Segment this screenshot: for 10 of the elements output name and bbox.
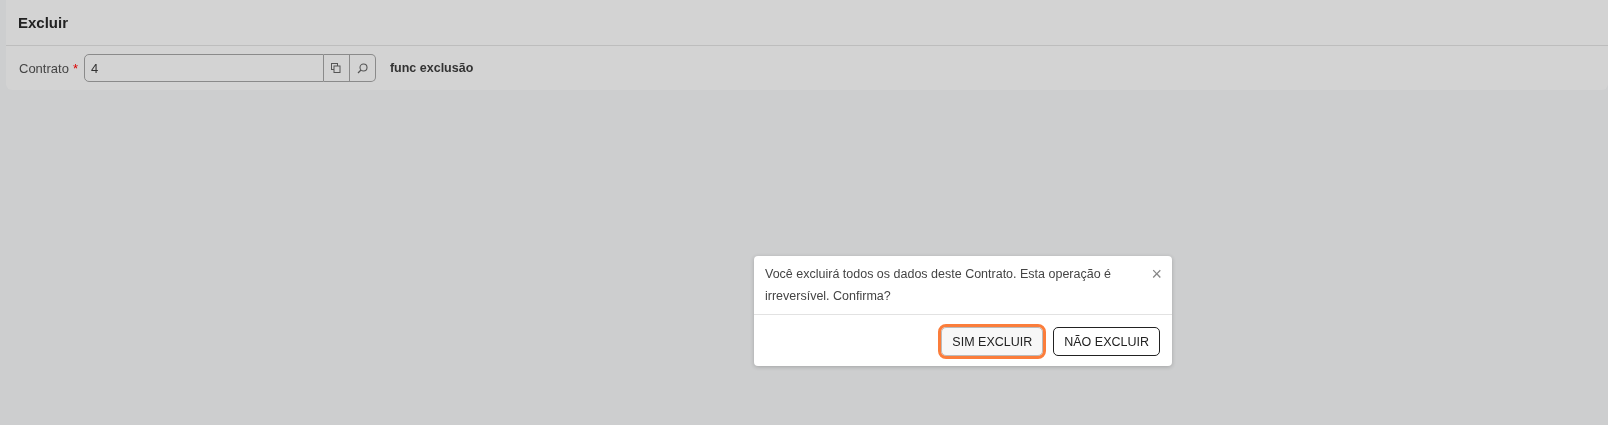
input-field[interactable]: 4 bbox=[83, 54, 324, 82]
search-icon[interactable] bbox=[349, 54, 376, 82]
copy-icon[interactable] bbox=[323, 54, 350, 82]
dialog-button[interactable]: SIM EXCLUIR bbox=[941, 327, 1044, 356]
field-description: func exclusão bbox=[389, 61, 474, 75]
field-label: Contrato bbox=[19, 60, 69, 76]
panel-title: Excluir bbox=[18, 14, 69, 31]
required-mark: * bbox=[72, 60, 78, 76]
dialog-message: Você excluirá todos os dados deste Contrato. Esta operação é irreversível. Confirma? bbox=[765, 266, 1113, 305]
dialog-button[interactable]: NÃO EXCLUIR bbox=[1053, 327, 1160, 356]
